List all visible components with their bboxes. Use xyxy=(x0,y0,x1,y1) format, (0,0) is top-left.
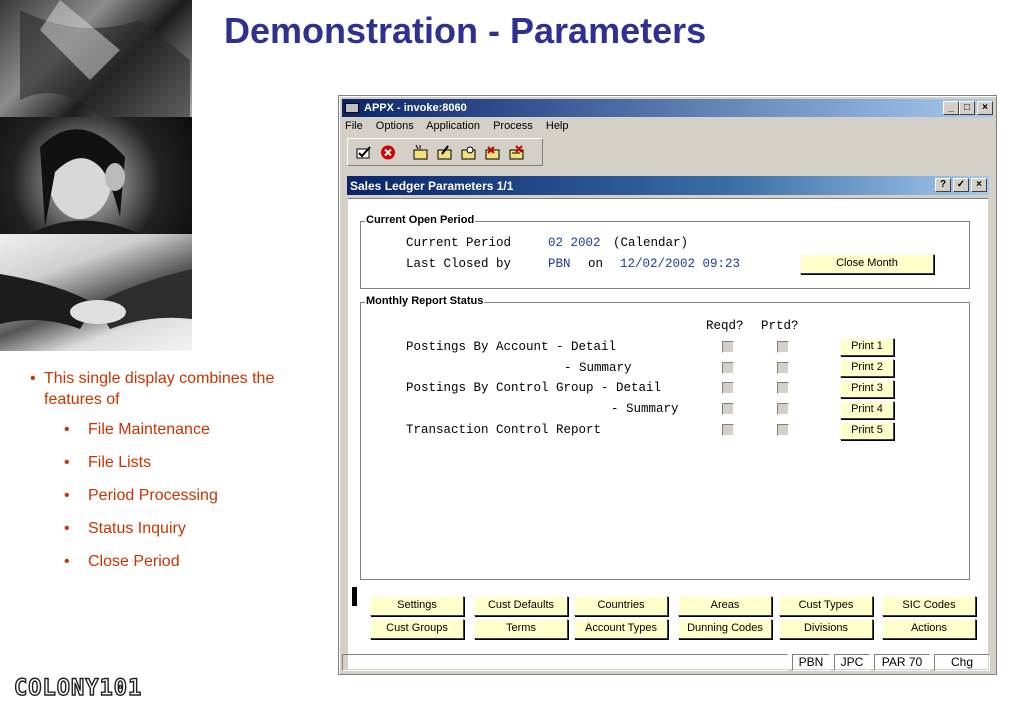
cust-groups-button[interactable]: Cust Groups xyxy=(370,619,464,639)
check-tool-icon[interactable] xyxy=(356,145,373,160)
bullet-list: This single display combines the feature… xyxy=(24,368,324,585)
settings-button[interactable]: Settings xyxy=(370,596,464,616)
menu-process[interactable]: Process xyxy=(493,120,533,132)
menu-options[interactable]: Options xyxy=(376,120,414,132)
status-process: PAR 70 xyxy=(874,654,930,671)
prtd-checkbox[interactable] xyxy=(777,341,789,353)
window-title: APPX - invoke:8060 xyxy=(364,102,467,114)
print-3-button[interactable]: Print 3 xyxy=(840,380,894,398)
reqd-column-header: Reqd? xyxy=(706,319,744,333)
sic-codes-button[interactable]: SIC Codes xyxy=(882,596,976,616)
actions-button[interactable]: Actions xyxy=(882,619,976,639)
divisions-button[interactable]: Divisions xyxy=(779,619,873,639)
bullet-item: Period Processing xyxy=(24,486,324,519)
window-titlebar: APPX - invoke:8060 _ □ × xyxy=(342,99,993,117)
report-label: - Summary xyxy=(564,361,632,375)
print-2-button[interactable]: Print 2 xyxy=(840,359,894,377)
terms-button[interactable]: Terms xyxy=(474,619,568,639)
dunning-codes-button[interactable]: Dunning Codes xyxy=(678,619,772,639)
print-1-button[interactable]: Print 1 xyxy=(840,338,894,356)
countries-button[interactable]: Countries xyxy=(574,596,668,616)
status-company: JPC xyxy=(834,654,870,671)
prtd-checkbox[interactable] xyxy=(777,403,789,415)
help-button[interactable]: ? xyxy=(935,178,951,192)
group-label: Monthly Report Status xyxy=(365,295,485,307)
menu-file[interactable]: File xyxy=(345,120,363,132)
menu-application[interactable]: Application xyxy=(426,120,480,132)
close-month-button[interactable]: Close Month xyxy=(800,254,934,274)
on-label: on xyxy=(588,257,604,271)
reqd-checkbox[interactable] xyxy=(722,382,734,394)
current-period-type: (Calendar) xyxy=(613,236,689,250)
appx-window: APPX - invoke:8060 _ □ × File Options Ap… xyxy=(338,95,997,675)
form-title: Sales Ledger Parameters 1/1 xyxy=(350,179,514,193)
cust-types-button[interactable]: Cust Types xyxy=(779,596,873,616)
cust-defaults-button[interactable]: Cust Defaults xyxy=(474,596,568,616)
report-label: Postings By Account - Detail xyxy=(406,340,617,354)
status-message xyxy=(342,654,788,671)
current-period-value: 02 2002 xyxy=(548,236,601,250)
areas-button[interactable]: Areas xyxy=(678,596,772,616)
photo-people-typing xyxy=(0,0,192,117)
report-label: Postings By Control Group - Detail xyxy=(406,381,662,395)
reqd-checkbox[interactable] xyxy=(722,341,734,353)
last-closed-user: PBN xyxy=(548,257,571,271)
print-4-button[interactable]: Print 4 xyxy=(840,401,894,419)
delete-all-tool-icon[interactable] xyxy=(508,145,525,160)
report-label: Transaction Control Report xyxy=(406,423,602,437)
prtd-column-header: Prtd? xyxy=(761,319,799,333)
reqd-checkbox[interactable] xyxy=(722,403,734,415)
menu-bar: File Options Application Process Help xyxy=(345,120,579,136)
report-label: - Summary xyxy=(611,402,679,416)
slide-title: Demonstration - Parameters xyxy=(224,10,707,51)
close-button[interactable]: × xyxy=(977,101,993,115)
form-frame: Sales Ledger Parameters 1/1 ? ✓ × Curren… xyxy=(344,176,989,669)
toolbar xyxy=(347,138,543,166)
bullet-item: Close Period xyxy=(24,552,324,585)
colony101-logo: COLONY101 xyxy=(13,675,143,701)
form-close-button[interactable]: × xyxy=(971,178,987,192)
print-5-button[interactable]: Print 5 xyxy=(840,422,894,440)
account-types-button[interactable]: Account Types xyxy=(574,619,668,639)
search-tool-icon[interactable] xyxy=(460,145,477,160)
prtd-checkbox[interactable] xyxy=(777,362,789,374)
text-cursor xyxy=(352,587,357,606)
photo-woman-phone xyxy=(0,117,192,234)
status-mode: Chg xyxy=(934,654,990,671)
reqd-checkbox[interactable] xyxy=(722,424,734,436)
status-bar: PBN JPC PAR 70 Chg xyxy=(342,652,993,672)
photo-handshake xyxy=(0,234,192,351)
current-period-label: Current Period xyxy=(406,236,512,250)
bullet-item: File Maintenance xyxy=(24,420,324,453)
maximize-button[interactable]: □ xyxy=(959,101,975,115)
accept-button[interactable]: ✓ xyxy=(953,178,969,192)
app-icon xyxy=(345,103,359,113)
bullet-item: Status Inquiry xyxy=(24,519,324,552)
bullet-item: File Lists xyxy=(24,453,324,486)
group-label: Current Open Period xyxy=(365,214,476,226)
menu-help[interactable]: Help xyxy=(546,120,569,132)
cancel-tool-icon[interactable] xyxy=(380,145,397,160)
edit-tool-icon[interactable] xyxy=(436,145,453,160)
bullet-main: This single display combines the feature… xyxy=(24,368,324,410)
delete-tool-icon[interactable] xyxy=(484,145,501,160)
reqd-checkbox[interactable] xyxy=(722,362,734,374)
minimize-button[interactable]: _ xyxy=(943,101,959,115)
prtd-checkbox[interactable] xyxy=(777,424,789,436)
last-closed-label: Last Closed by xyxy=(406,257,512,271)
status-user: PBN xyxy=(792,654,830,671)
form-titlebar: Sales Ledger Parameters 1/1 ? ✓ × xyxy=(347,176,989,195)
last-closed-datetime: 12/02/2002 09:23 xyxy=(620,257,741,271)
prtd-checkbox[interactable] xyxy=(777,382,789,394)
new-tool-icon[interactable] xyxy=(412,144,429,160)
